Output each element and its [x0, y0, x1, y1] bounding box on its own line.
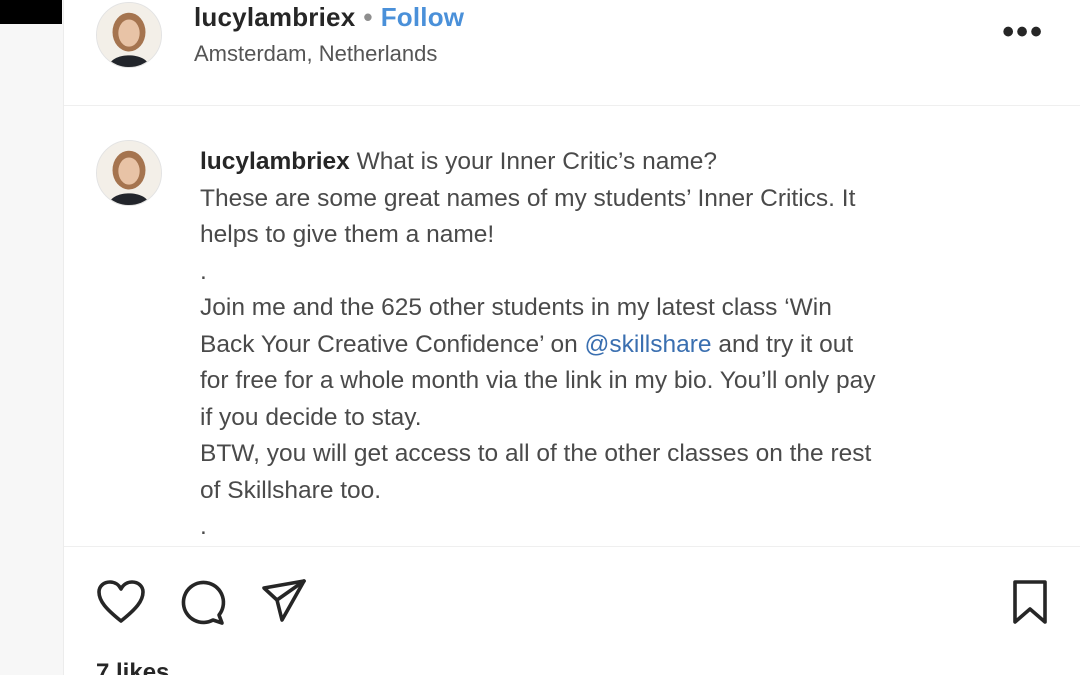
skillshare-mention-link[interactable]: @skillshare	[585, 331, 712, 358]
caption-username[interactable]: lucylambriex	[200, 148, 350, 175]
caption-line: if you decide to stay.	[200, 403, 422, 431]
caption-text: lucylambriex What is your Inner Critic’s…	[200, 144, 1040, 546]
caption-line6-before: Back Your Creative Confidence’ on	[200, 330, 585, 358]
post-header: lucylambriex • Follow Amsterdam, Netherlan…	[64, 0, 1080, 106]
caption-avatar[interactable]	[96, 140, 162, 206]
screen: lucylambriex • Follow Amsterdam, Netherlan…	[0, 0, 1080, 675]
caption-line: .	[200, 257, 207, 285]
caption-line: Back Your Creative Confidence’ on @skill…	[200, 327, 1040, 364]
caption-line: for free for a whole month via the link …	[200, 367, 876, 394]
caption-line6-after: and try it out	[711, 330, 854, 358]
bookmark-icon[interactable]	[1010, 579, 1050, 625]
caption-line: lucylambriex What is your Inner Critic’s…	[200, 144, 1040, 181]
black-corner-block	[0, 0, 62, 24]
likes-count[interactable]: 7 likes	[96, 659, 169, 675]
avatar[interactable]	[96, 2, 162, 68]
caption-line1: What is your Inner Critic’s name?	[349, 148, 717, 175]
caption-line: .	[200, 513, 207, 540]
instagram-post: lucylambriex • Follow Amsterdam, Netherlan…	[64, 0, 1080, 675]
caption-line: BTW, you will get access to all of the o…	[200, 440, 872, 467]
caption-line: helps to give them a name!	[200, 221, 495, 248]
location-link[interactable]: Amsterdam, Netherlands	[194, 41, 437, 67]
heart-icon[interactable]	[96, 579, 146, 625]
username[interactable]: lucylambriex	[194, 2, 355, 32]
caption-line: Join me and the 625 other students in my…	[200, 294, 832, 321]
comment-icon[interactable]	[178, 579, 226, 627]
header-username-row: lucylambriex • Follow	[194, 2, 464, 33]
caption-line: These are some great names of my student…	[200, 184, 856, 212]
caption-line: of Skillshare too.	[200, 476, 382, 504]
post-actions-bar: 7 likes	[64, 546, 1080, 675]
separator-dot: •	[363, 2, 373, 32]
follow-button[interactable]: Follow	[381, 2, 465, 32]
share-icon[interactable]	[260, 577, 308, 625]
left-background-panel	[0, 0, 64, 675]
more-options-icon[interactable]: •••	[1002, 15, 1044, 49]
caption-area: lucylambriex What is your Inner Critic’s…	[64, 106, 1080, 546]
